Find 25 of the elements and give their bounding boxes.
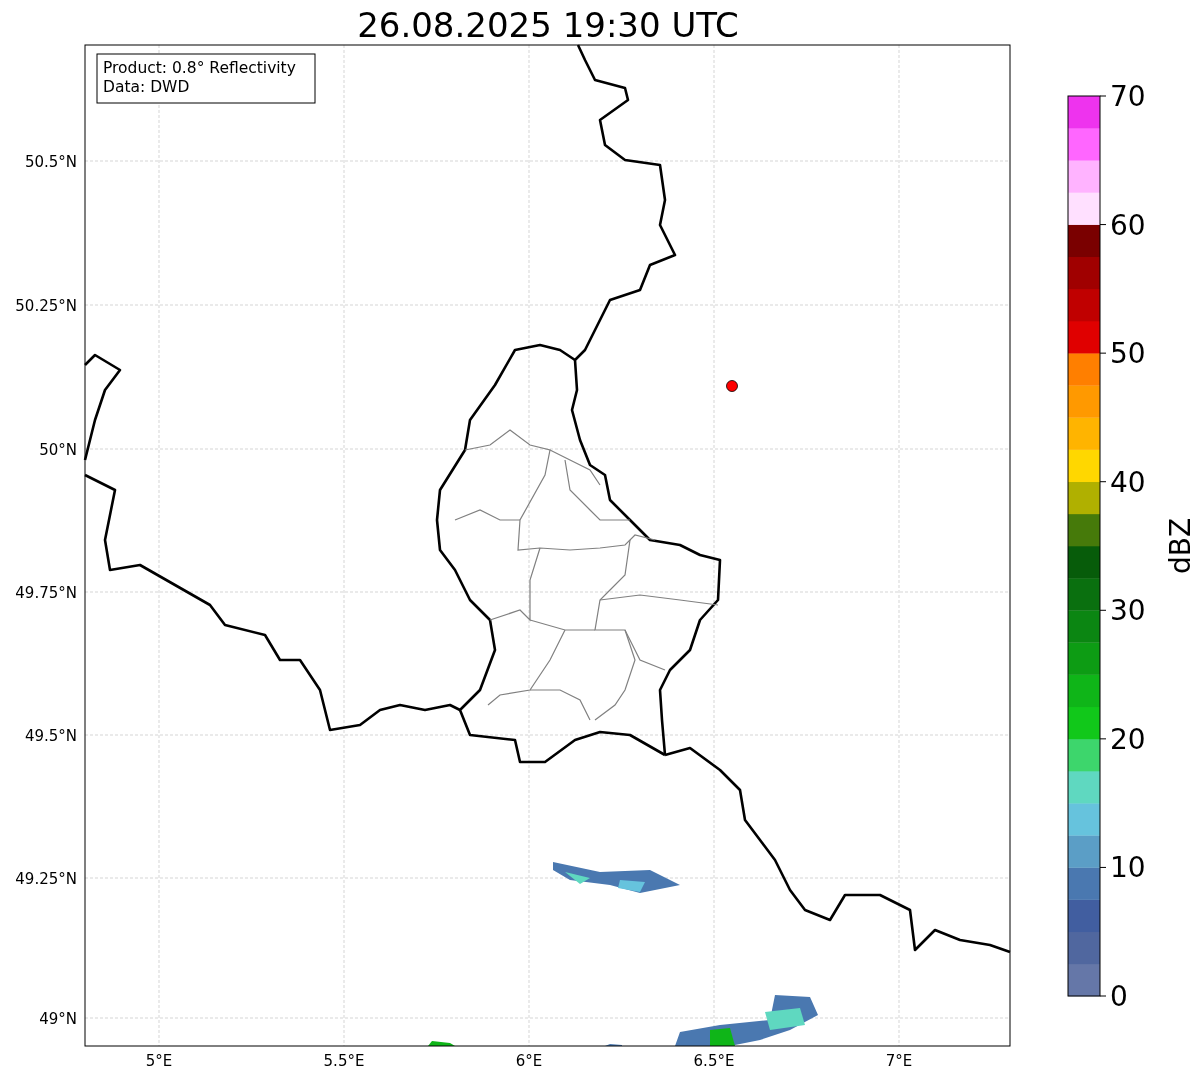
y-tick-label: 49°N [39,1010,77,1028]
colorbar-tick-label: 10 [1110,851,1146,885]
colorbar-label: dBZ [1164,517,1197,575]
y-tick-label: 49.75°N [15,584,77,602]
colorbar-tick-label: 40 [1110,465,1146,499]
colorbar-tick-label: 70 [1110,80,1146,113]
y-tick-label: 50.25°N [15,297,77,315]
x-tick-label: 5°E [145,1052,173,1070]
info-text: Data: DWD [103,78,190,96]
x-tick-label: 6.5°E [693,1052,735,1070]
colorbar-tick-label: 60 [1110,208,1146,242]
chart-title: 26.08.2025 19:30 UTC [357,5,739,45]
colorbar-tick-label: 30 [1110,594,1146,628]
y-tick-label: 50°N [39,441,77,459]
x-tick-label: 6°E [515,1052,543,1070]
y-tick-label: 50.5°N [24,153,77,171]
colorbar-tick-label: 50 [1110,337,1146,371]
colorbar-tick-label: 20 [1110,722,1146,756]
radar-site-marker [726,380,738,392]
colorbar-tick-label: 0 [1110,980,1128,1013]
info-text: Product: 0.8° Reflectivity [103,59,296,77]
y-tick-label: 49.25°N [15,870,77,888]
y-tick-label: 49.5°N [24,727,77,745]
x-tick-label: 5.5°E [323,1052,365,1070]
x-tick-label: 7°E [885,1052,913,1070]
